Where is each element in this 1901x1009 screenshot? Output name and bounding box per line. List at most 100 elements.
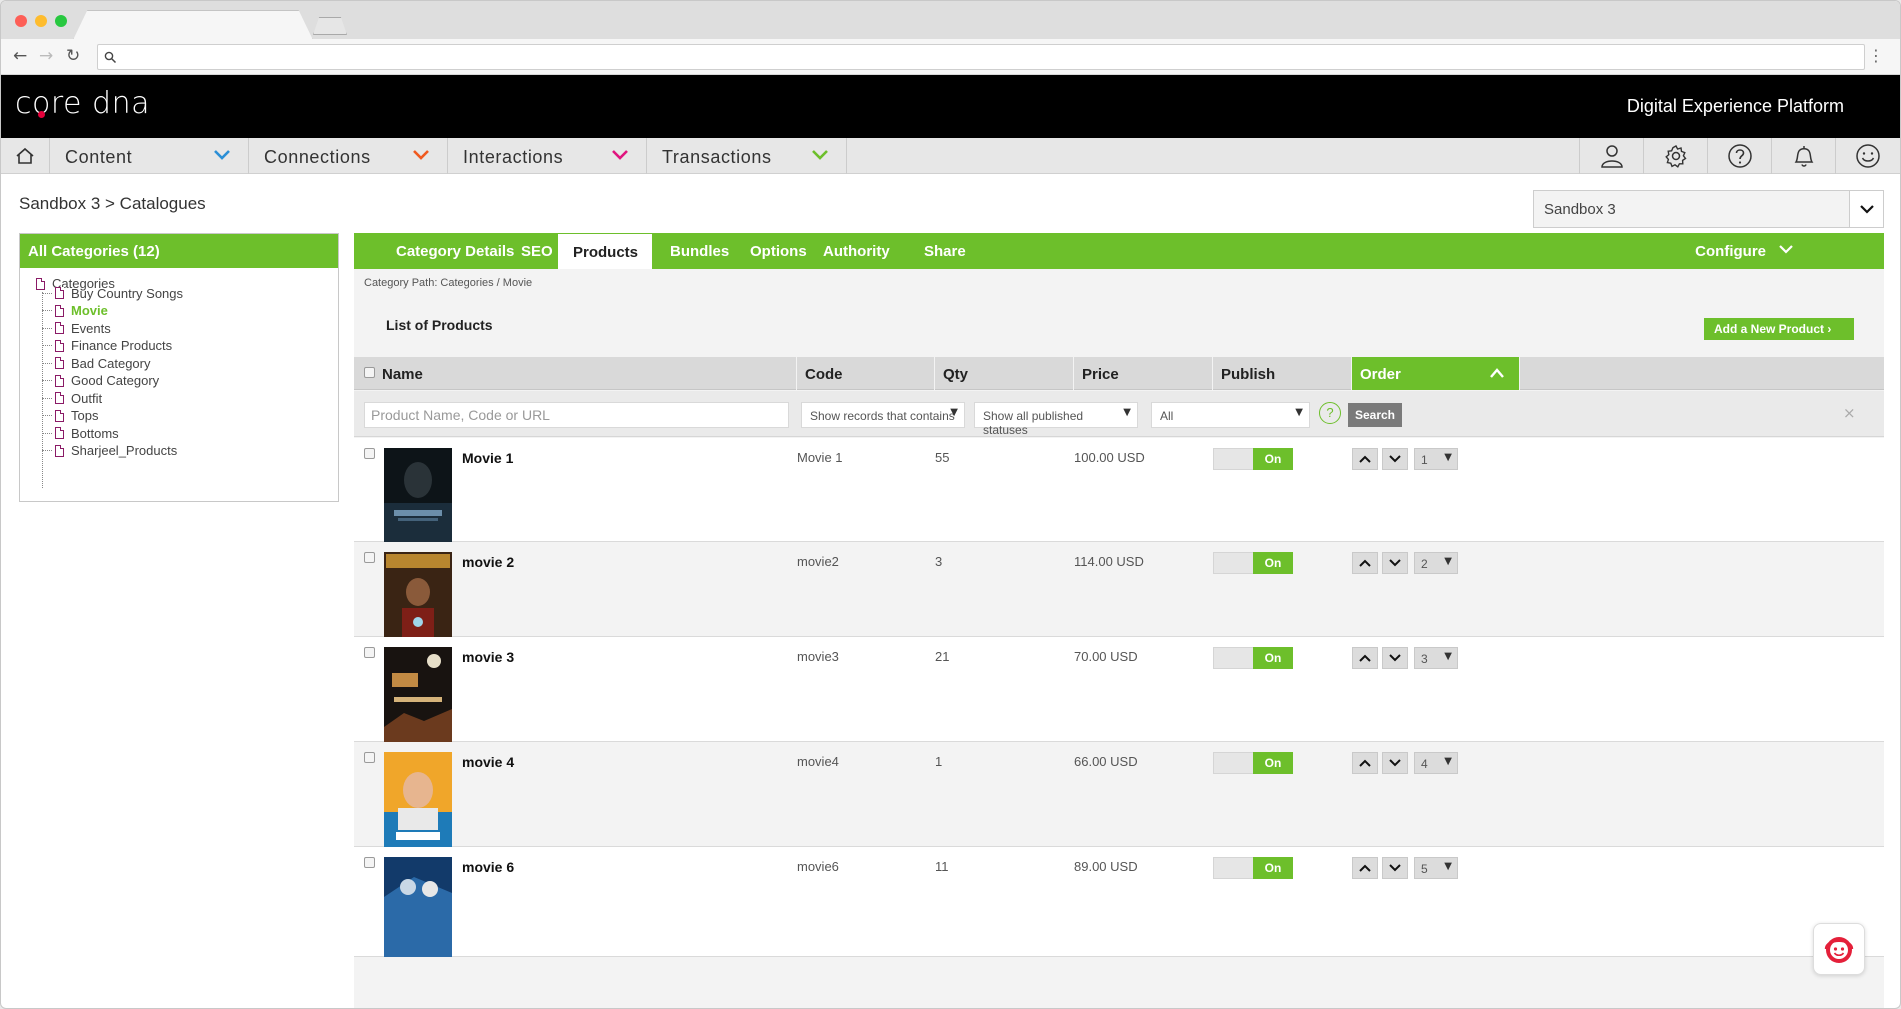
user-button[interactable] bbox=[1579, 138, 1643, 174]
row-checkbox[interactable] bbox=[364, 647, 375, 658]
row-checkbox[interactable] bbox=[364, 552, 375, 563]
column-code[interactable]: Code bbox=[797, 357, 935, 390]
table-row[interactable]: movie 2 movie2 3 114.00 USD On 2 ▼ bbox=[354, 542, 1884, 652]
publish-toggle[interactable]: On bbox=[1213, 448, 1293, 470]
reload-icon[interactable]: ↻ bbox=[66, 47, 80, 65]
product-thumbnail[interactable] bbox=[384, 448, 452, 548]
move-down-button[interactable] bbox=[1382, 752, 1408, 774]
add-product-button[interactable]: Add a New Product › bbox=[1704, 318, 1854, 340]
tree-item[interactable]: Finance Products bbox=[42, 337, 172, 355]
product-name-link[interactable]: Movie 1 bbox=[462, 450, 513, 466]
row-checkbox[interactable] bbox=[364, 752, 375, 763]
column-publish[interactable]: Publish bbox=[1213, 357, 1352, 390]
product-name-link[interactable]: movie 3 bbox=[462, 649, 514, 665]
move-down-button[interactable] bbox=[1382, 448, 1408, 470]
back-icon[interactable]: ← bbox=[13, 47, 27, 65]
order-select[interactable]: 4 ▼ bbox=[1414, 752, 1458, 774]
move-down-button[interactable] bbox=[1382, 647, 1408, 669]
tree-item[interactable]: Outfit bbox=[42, 389, 102, 407]
browser-tab[interactable] bbox=[73, 10, 313, 40]
forward-icon[interactable]: → bbox=[39, 47, 53, 65]
nav-interactions[interactable]: Interactions bbox=[448, 138, 647, 174]
chat-support-button[interactable] bbox=[1813, 923, 1865, 975]
filter-help-icon[interactable]: ? bbox=[1319, 402, 1341, 424]
order-select[interactable]: 2 ▼ bbox=[1414, 552, 1458, 574]
tab-options[interactable]: Options bbox=[750, 233, 820, 269]
search-button[interactable]: Search bbox=[1348, 403, 1402, 427]
product-name-link[interactable]: movie 2 bbox=[462, 554, 514, 570]
table-row[interactable]: Movie 1 Movie 1 55 100.00 USD On 1 ▼ bbox=[354, 438, 1884, 548]
move-up-button[interactable] bbox=[1352, 647, 1378, 669]
move-down-button[interactable] bbox=[1382, 857, 1408, 879]
nav-content[interactable]: Content bbox=[50, 138, 249, 174]
select-toggle[interactable] bbox=[1849, 191, 1883, 227]
tree-item[interactable]: Buy Country Songs bbox=[42, 284, 183, 302]
column-qty[interactable]: Qty bbox=[935, 357, 1074, 390]
table-row[interactable]: movie 4 movie4 1 66.00 USD On 4 ▼ bbox=[354, 742, 1884, 852]
order-select[interactable]: 3 ▼ bbox=[1414, 647, 1458, 669]
tree-header[interactable]: All Categories (12) bbox=[20, 234, 338, 268]
tree-item[interactable]: Tops bbox=[42, 407, 98, 425]
new-tab-button[interactable] bbox=[313, 17, 347, 35]
table-row[interactable]: movie 3 movie3 21 70.00 USD On 3 ▼ bbox=[354, 637, 1884, 747]
tab-category-details[interactable]: Category Details bbox=[396, 233, 538, 269]
settings-button[interactable] bbox=[1643, 138, 1707, 174]
product-name-link[interactable]: movie 4 bbox=[462, 754, 514, 770]
chevron-down-icon[interactable] bbox=[1778, 242, 1794, 256]
tree-item[interactable]: Movie bbox=[42, 302, 108, 320]
tab-authority[interactable]: Authority bbox=[823, 233, 903, 269]
column-order[interactable]: Order bbox=[1352, 357, 1520, 390]
caret-down-icon: ▼ bbox=[1444, 651, 1452, 662]
product-price: 100.00 USD bbox=[1074, 450, 1145, 465]
publish-toggle[interactable]: On bbox=[1213, 552, 1293, 574]
nav-transactions[interactable]: Transactions bbox=[647, 138, 847, 174]
tree-item[interactable]: Events bbox=[42, 319, 111, 337]
nav-connections[interactable]: Connections bbox=[249, 138, 448, 174]
configure-button[interactable]: Configure bbox=[1695, 243, 1766, 260]
move-down-button[interactable] bbox=[1382, 552, 1408, 574]
code-filter-select[interactable]: Show records that contains ▼ bbox=[801, 402, 965, 428]
tab-seo[interactable]: SEO bbox=[521, 233, 559, 269]
product-qty: 21 bbox=[935, 649, 950, 664]
tab-bundles[interactable]: Bundles bbox=[670, 233, 740, 269]
table-row[interactable]: movie 6 movie6 11 89.00 USD On 5 ▼ bbox=[354, 847, 1884, 957]
tab-products[interactable]: Products bbox=[558, 233, 652, 269]
move-up-button[interactable] bbox=[1352, 857, 1378, 879]
product-thumbnail[interactable] bbox=[384, 752, 452, 852]
publish-toggle[interactable]: On bbox=[1213, 647, 1293, 669]
tree-item[interactable]: Bad Category bbox=[42, 354, 151, 372]
notifications-button[interactable] bbox=[1771, 138, 1835, 174]
site-select[interactable]: Sandbox 3 bbox=[1533, 190, 1884, 228]
publish-filter-select[interactable]: Show all published statuses ▼ bbox=[974, 402, 1138, 437]
maximize-window-icon[interactable] bbox=[55, 15, 67, 27]
home-button[interactable] bbox=[1, 138, 50, 174]
move-up-button[interactable] bbox=[1352, 448, 1378, 470]
product-thumbnail[interactable] bbox=[384, 647, 452, 747]
move-up-button[interactable] bbox=[1352, 752, 1378, 774]
row-checkbox[interactable] bbox=[364, 448, 375, 459]
feedback-button[interactable] bbox=[1835, 138, 1899, 174]
browser-menu-icon[interactable]: ⋮ bbox=[1868, 47, 1884, 65]
column-price[interactable]: Price bbox=[1074, 357, 1213, 390]
product-name-link[interactable]: movie 6 bbox=[462, 859, 514, 875]
tab-share[interactable]: Share bbox=[924, 233, 974, 269]
address-bar[interactable] bbox=[97, 44, 1865, 70]
row-checkbox[interactable] bbox=[364, 857, 375, 868]
clear-filters-icon[interactable]: × bbox=[1843, 404, 1856, 422]
close-window-icon[interactable] bbox=[15, 15, 27, 27]
search-input[interactable]: Product Name, Code or URL bbox=[364, 402, 789, 428]
publish-toggle[interactable]: On bbox=[1213, 752, 1293, 774]
tree-item[interactable]: Bottoms bbox=[42, 424, 119, 442]
help-button[interactable] bbox=[1707, 138, 1771, 174]
publish-toggle[interactable]: On bbox=[1213, 857, 1293, 879]
tree-item[interactable]: Good Category bbox=[42, 372, 159, 390]
product-thumbnail[interactable] bbox=[384, 857, 452, 957]
price-filter-select[interactable]: All ▼ bbox=[1151, 402, 1310, 428]
move-up-button[interactable] bbox=[1352, 552, 1378, 574]
minimize-window-icon[interactable] bbox=[35, 15, 47, 27]
order-select[interactable]: 1 ▼ bbox=[1414, 448, 1458, 470]
order-select[interactable]: 5 ▼ bbox=[1414, 857, 1458, 879]
tree-item[interactable]: Sharjeel_Products bbox=[42, 442, 177, 460]
column-name[interactable]: Name bbox=[374, 357, 797, 390]
logo[interactable]: core dna bbox=[15, 86, 150, 121]
